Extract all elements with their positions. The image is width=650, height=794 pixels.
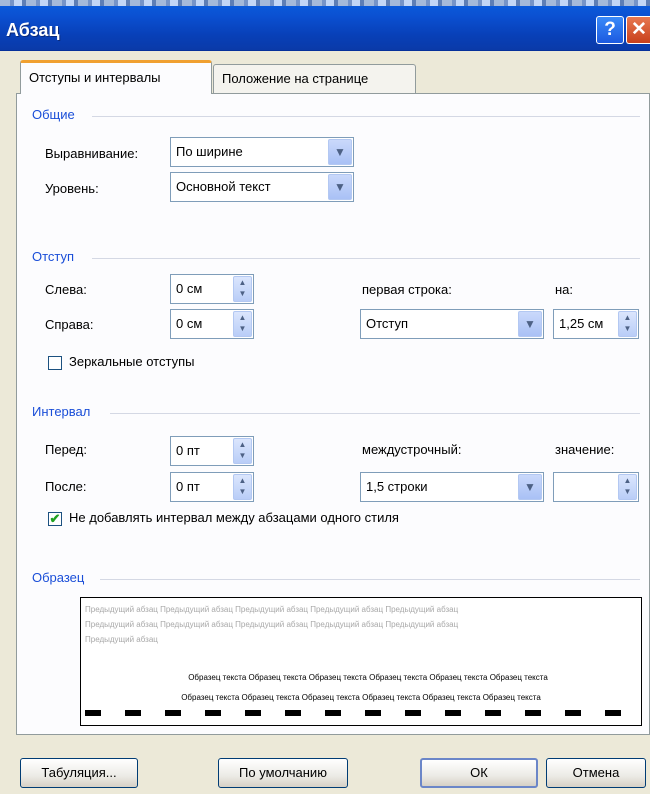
first-line-label: первая строка: bbox=[362, 282, 452, 297]
ok-button[interactable]: ОК bbox=[420, 758, 538, 788]
spacing-at-label: значение: bbox=[555, 442, 615, 457]
spacing-at-spinner[interactable]: ▲ ▼ bbox=[553, 472, 639, 502]
section-title-indent: Отступ bbox=[32, 249, 75, 264]
tab-indents-spacing[interactable]: Отступы и интервалы bbox=[20, 60, 212, 94]
chevron-down-icon[interactable]: ▼ bbox=[328, 174, 352, 200]
indent-right-label: Справа: bbox=[45, 317, 94, 332]
no-space-same-style-label: Не добавлять интервал между абзацами одн… bbox=[69, 510, 399, 525]
tab-label: Отступы и интервалы bbox=[29, 70, 161, 85]
no-space-same-style-checkbox[interactable]: ✔ bbox=[48, 512, 62, 526]
chevron-down-icon[interactable]: ▼ bbox=[328, 139, 352, 165]
section-title-spacing: Интервал bbox=[32, 404, 91, 419]
ok-button-label: ОК bbox=[470, 765, 488, 780]
line-spacing-label: междустрочный: bbox=[362, 442, 462, 457]
spinner-icon[interactable]: ▲ ▼ bbox=[618, 311, 637, 337]
preview-previous-line: Предыдущий абзац bbox=[85, 635, 158, 644]
mirror-indents-checkbox[interactable] bbox=[48, 356, 62, 370]
section-title-general: Общие bbox=[32, 107, 75, 122]
level-select[interactable]: Основной текст ▼ bbox=[170, 172, 354, 202]
line-spacing-value: 1,5 строки bbox=[366, 479, 428, 494]
spacing-before-value: 0 пт bbox=[176, 443, 200, 458]
spinner-icon[interactable]: ▲ ▼ bbox=[233, 438, 252, 464]
cancel-button-label: Отмена bbox=[572, 765, 620, 780]
tabs-button-label: Табуляция... bbox=[41, 765, 117, 780]
preview-previous-line: Предыдущий абзац Предыдущий абзац Предыд… bbox=[85, 605, 459, 614]
chevron-down-icon[interactable]: ▼ bbox=[518, 311, 542, 337]
spinner-icon[interactable]: ▲ ▼ bbox=[233, 474, 252, 500]
tab-page-position[interactable]: Положение на странице bbox=[213, 64, 416, 93]
preview-box: Предыдущий абзац Предыдущий абзац Предыд… bbox=[80, 597, 642, 726]
indent-left-value: 0 см bbox=[176, 281, 203, 296]
preview-previous-paragraph: Предыдущий абзац Предыдущий абзац Предыд… bbox=[85, 602, 637, 647]
section-divider bbox=[92, 258, 640, 259]
alignment-value: По ширине bbox=[176, 144, 243, 159]
set-default-button-label: По умолчанию bbox=[239, 765, 327, 780]
level-value: Основной текст bbox=[176, 179, 271, 194]
preview-sample-cropped-line bbox=[85, 710, 637, 716]
preview-previous-line: Предыдущий абзац Предыдущий абзац Предыд… bbox=[85, 620, 459, 629]
section-divider bbox=[100, 579, 640, 580]
indent-right-value: 0 см bbox=[176, 316, 203, 331]
section-title-preview: Образец bbox=[32, 570, 85, 585]
cancel-button[interactable]: Отмена bbox=[546, 758, 646, 788]
indent-left-label: Слева: bbox=[45, 282, 87, 297]
preview-sample-line: Образец текста Образец текста Образец те… bbox=[188, 673, 548, 682]
section-divider bbox=[110, 413, 640, 414]
first-line-select[interactable]: Отступ ▼ bbox=[360, 309, 544, 339]
spacing-after-label: После: bbox=[45, 479, 87, 494]
window-title: Абзац bbox=[6, 20, 60, 40]
section-divider bbox=[92, 116, 640, 117]
mirror-indents-label: Зеркальные отступы bbox=[69, 354, 195, 369]
spacing-before-spinner[interactable]: 0 пт ▲ ▼ bbox=[170, 436, 254, 466]
spinner-icon[interactable]: ▲ ▼ bbox=[233, 276, 252, 302]
tabs-button[interactable]: Табуляция... bbox=[20, 758, 138, 788]
spacing-after-value: 0 пт bbox=[176, 479, 200, 494]
line-spacing-select[interactable]: 1,5 строки ▼ bbox=[360, 472, 544, 502]
spacing-after-spinner[interactable]: 0 пт ▲ ▼ bbox=[170, 472, 254, 502]
title-bar[interactable] bbox=[0, 0, 650, 51]
help-icon[interactable]: ? bbox=[596, 16, 624, 44]
title-bar-background-strip bbox=[0, 0, 650, 6]
indent-by-spinner[interactable]: 1,25 см ▲ ▼ bbox=[553, 309, 639, 339]
alignment-select[interactable]: По ширине ▼ bbox=[170, 137, 354, 167]
tab-label: Положение на странице bbox=[222, 71, 369, 86]
level-label: Уровень: bbox=[45, 181, 99, 196]
spinner-icon[interactable]: ▲ ▼ bbox=[618, 474, 637, 500]
indent-by-label: на: bbox=[555, 282, 574, 297]
spinner-icon[interactable]: ▲ ▼ bbox=[233, 311, 252, 337]
set-default-button[interactable]: По умолчанию bbox=[218, 758, 348, 788]
indent-left-spinner[interactable]: 0 см ▲ ▼ bbox=[170, 274, 254, 304]
chevron-down-icon[interactable]: ▼ bbox=[518, 474, 542, 500]
close-icon[interactable]: ✕ bbox=[626, 16, 650, 44]
preview-sample-line: Образец текста Образец текста Образец те… bbox=[181, 693, 541, 702]
spacing-before-label: Перед: bbox=[45, 442, 87, 457]
indent-by-value: 1,25 см bbox=[559, 316, 604, 331]
alignment-label: Выравнивание: bbox=[45, 146, 139, 161]
preview-sample-paragraph: Образец текста Образец текста Образец те… bbox=[85, 668, 637, 716]
indent-right-spinner[interactable]: 0 см ▲ ▼ bbox=[170, 309, 254, 339]
first-line-value: Отступ bbox=[366, 316, 409, 331]
